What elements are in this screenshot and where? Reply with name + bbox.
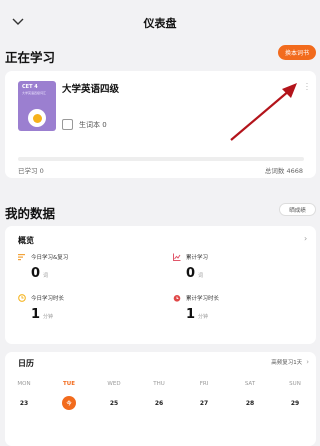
header-bar: 仪表盘	[0, 0, 320, 46]
calendar-weekday: SAT	[244, 381, 256, 387]
review-streak-link[interactable]: 高频复习1天 ›	[271, 358, 309, 366]
book-cover-title: CET 4	[22, 84, 38, 90]
calendar-weekday: SUN	[289, 381, 301, 387]
stat-total-learned: 累计学习 0 词	[173, 253, 208, 281]
chevron-right-icon: ›	[306, 358, 309, 366]
switch-book-button[interactable]: 换本词书	[278, 45, 316, 60]
calendar-date[interactable]: 26	[152, 396, 166, 410]
stat-value: 0	[186, 266, 196, 281]
stat-label: 今日学习时长	[31, 296, 65, 302]
stat-label: 累计学习时长	[186, 296, 220, 302]
clock-icon	[18, 294, 26, 302]
learned-count: 已学习 0	[18, 167, 44, 175]
overview-card[interactable]: 概览 › 今日学习&复习 0 词 累计学习 0 词 今日学习时长 1 分钟 累计…	[5, 226, 316, 344]
trend-chart-icon	[173, 253, 181, 261]
streak-label: 高频复习1天	[271, 360, 303, 366]
study-progress-bar	[18, 157, 304, 161]
calendar-date[interactable]: 27	[197, 396, 211, 410]
stat-label: 今日学习&复习	[31, 255, 69, 261]
calendar-weekday: THU	[153, 381, 165, 387]
calendar-weekday: TUE	[63, 381, 75, 387]
calendar-date[interactable]: 23	[17, 396, 31, 410]
stat-unit: 词	[43, 273, 49, 279]
stat-label: 累计学习	[186, 255, 209, 261]
stat-unit: 词	[198, 273, 204, 279]
more-options-icon[interactable]: · · ·	[303, 81, 311, 94]
list-icon	[18, 253, 26, 261]
stat-today-learn-review: 今日学习&复习 0 词	[18, 253, 68, 281]
studying-section-title: 正在学习	[5, 50, 56, 65]
calendar-weekday: WED	[107, 381, 121, 387]
calendar-weekday: MON	[17, 381, 31, 387]
calendar-date[interactable]: 25	[107, 396, 121, 410]
notebook-icon	[62, 119, 73, 130]
new-words-label: 生词本 0	[79, 120, 107, 129]
book-cover-subtitle: 大学英语四级词汇	[22, 91, 47, 95]
overview-title: 概览	[18, 236, 34, 245]
share-results-button[interactable]: 晒成绩	[279, 203, 316, 216]
calendar-date[interactable]: 28	[243, 396, 257, 410]
current-book-card[interactable]: CET 4 大学英语四级词汇 大学英语四级 · · · 生词本 0 已学习 0 总词…	[5, 71, 316, 178]
stat-today-duration: 今日学习时长 1 分钟	[18, 294, 64, 322]
alarm-clock-icon	[173, 294, 181, 302]
stat-unit: 分钟	[198, 314, 209, 320]
calendar-title: 日历	[18, 359, 34, 368]
calendar-date[interactable]: 29	[288, 396, 302, 410]
page-title: 仪表盘	[143, 17, 177, 30]
new-words-notebook[interactable]: 生词本 0	[62, 119, 107, 130]
my-data-section-title: 我的数据	[5, 206, 56, 221]
stat-value: 1	[31, 307, 41, 322]
chevron-right-icon[interactable]: ›	[304, 234, 307, 243]
total-word-count: 总词数 4668	[264, 167, 303, 175]
stat-value: 0	[31, 266, 41, 281]
calendar-date-today[interactable]: 今	[62, 396, 76, 410]
stat-total-duration: 累计学习时长 1 分钟	[173, 294, 219, 322]
chevron-down-icon[interactable]	[8, 12, 28, 32]
book-name: 大学英语四级	[62, 84, 120, 95]
stat-unit: 分钟	[43, 314, 54, 320]
stat-value: 1	[186, 307, 196, 322]
calendar-weekday: FRI	[199, 381, 209, 387]
egg-icon	[28, 109, 46, 127]
calendar-card[interactable]: 日历 高频复习1天 › MON TUE WED THU FRI SAT SUN 23 今 25 2…	[5, 352, 316, 446]
book-cover[interactable]: CET 4 大学英语四级词汇	[18, 81, 56, 131]
